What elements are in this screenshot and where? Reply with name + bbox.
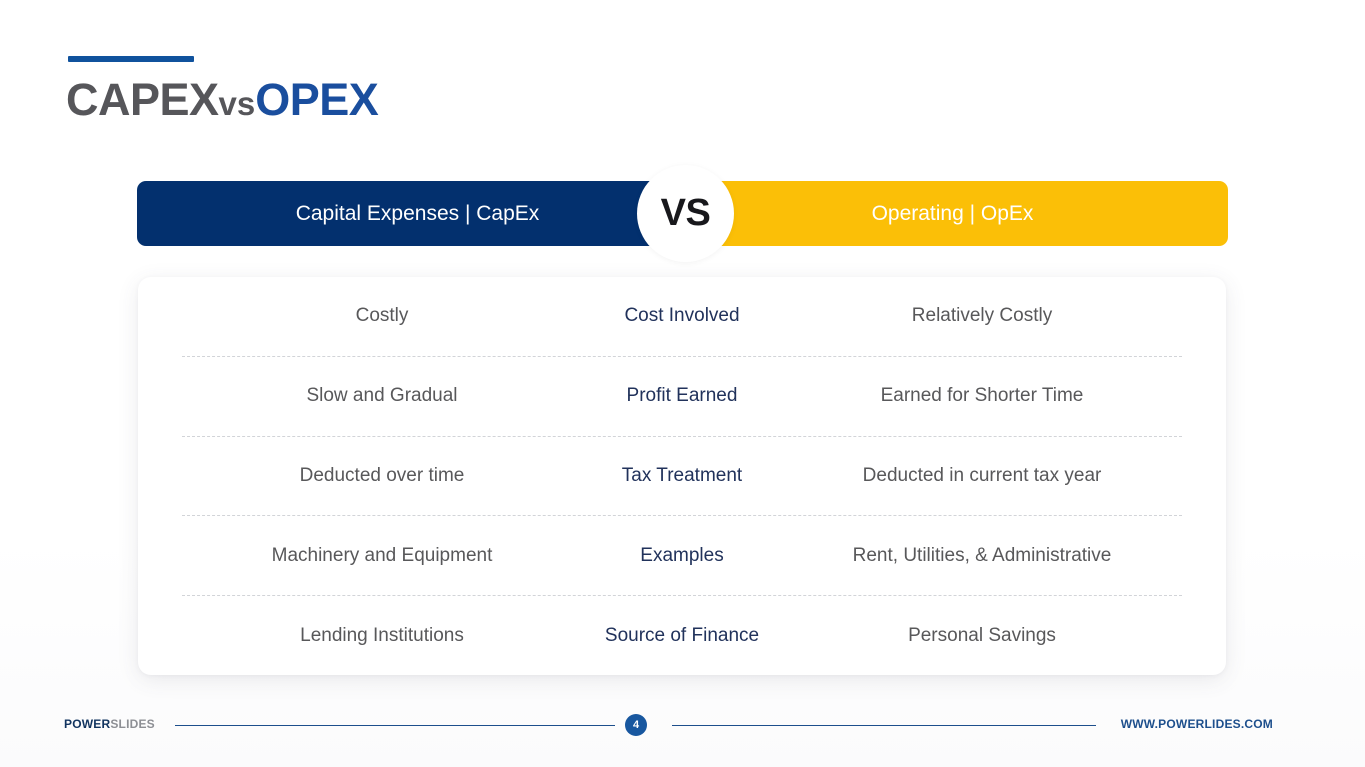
opex-value: Personal Savings <box>908 624 1056 646</box>
comparison-rows: Costly Cost Involved Relatively Costly S… <box>182 277 1182 675</box>
opex-value: Deducted in current tax year <box>862 464 1102 486</box>
footer-brand: POWERSLIDES <box>64 717 155 731</box>
opex-value: Rent, Utilities, & Administrative <box>852 544 1112 566</box>
opex-value: Earned for Shorter Time <box>880 385 1084 407</box>
footer-divider-right <box>672 725 1096 726</box>
table-row: Deducted over time Tax Treatment Deducte… <box>182 437 1182 517</box>
attribute-label: Tax Treatment <box>621 464 743 486</box>
footer-url[interactable]: WWW.POWERLIDES.COM <box>1121 717 1273 731</box>
table-row: Costly Cost Involved Relatively Costly <box>182 277 1182 357</box>
attribute-label: Profit Earned <box>626 385 738 407</box>
slide: CAPEXvsOPEX Capital Expenses | CapEx Ope… <box>0 0 1365 767</box>
page-title: CAPEXvsOPEX <box>66 72 379 132</box>
capex-value: Lending Institutions <box>300 624 464 646</box>
title-capex: CAPEX <box>66 74 219 125</box>
footer-brand-slides: SLIDES <box>110 717 155 731</box>
opex-header-bar: Operating | OpEx <box>677 181 1228 246</box>
attribute-label: Source of Finance <box>604 624 760 646</box>
attribute-label: Examples <box>640 544 724 566</box>
footer-divider-left <box>175 725 615 726</box>
title-accent-rule <box>68 56 194 62</box>
capex-value: Deducted over time <box>299 464 465 486</box>
opex-header-label: Operating | OpEx <box>871 201 1034 225</box>
footer-brand-power: POWER <box>64 717 111 731</box>
vs-badge: VS <box>637 165 734 262</box>
capex-header-label: Capital Expenses | CapEx <box>295 201 540 225</box>
capex-value: Machinery and Equipment <box>271 544 493 566</box>
capex-header-bar: Capital Expenses | CapEx <box>137 181 698 246</box>
page-number-badge: 4 <box>625 714 647 736</box>
table-row: Machinery and Equipment Examples Rent, U… <box>182 516 1182 597</box>
title-connector: vs <box>218 85 256 122</box>
table-row: Lending Institutions Source of Finance P… <box>182 596 1182 675</box>
capex-value: Costly <box>355 305 409 327</box>
attribute-label: Cost Involved <box>624 305 740 327</box>
opex-value: Relatively Costly <box>911 305 1053 327</box>
capex-value: Slow and Gradual <box>306 385 458 407</box>
vs-label: VS <box>660 192 711 234</box>
comparison-card: Costly Cost Involved Relatively Costly S… <box>138 277 1226 675</box>
page-number-label: 4 <box>632 719 640 731</box>
table-row: Slow and Gradual Profit Earned Earned fo… <box>182 357 1182 437</box>
title-opex: OPEX <box>255 74 379 125</box>
